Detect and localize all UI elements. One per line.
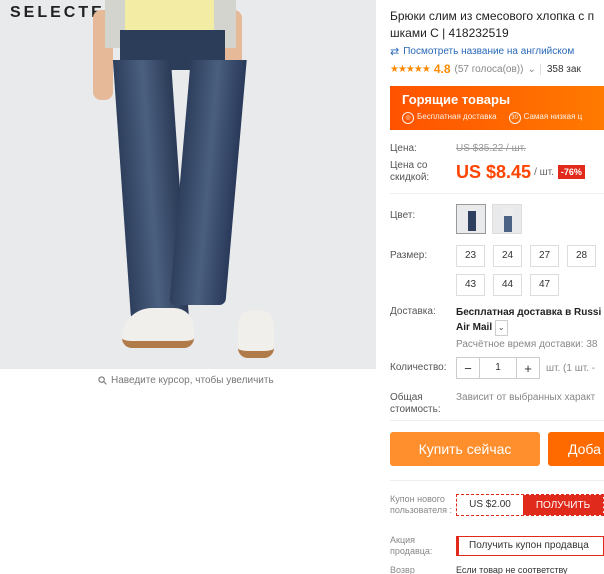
seller-coupon-button[interactable]: Получить купон продавца [456, 536, 604, 556]
size-option[interactable]: 47 [530, 274, 559, 296]
original-price-row: Цена: US $35.22 / шт. [390, 143, 604, 155]
product-main-image[interactable]: SELECTED [0, 0, 376, 369]
get-coupon-button[interactable]: ПОЛУЧИТЬ [523, 495, 603, 515]
quantity-stepper: − 1 + [456, 357, 540, 379]
delivery-estimate: Расчётное время доставки: 38 [456, 339, 598, 350]
shipping-carrier: Air Mail [456, 322, 493, 333]
hot-deals-title: Горящие товары [402, 92, 511, 107]
price-unit: / шт. [534, 166, 554, 178]
color-swatch-light-blue[interactable] [492, 204, 522, 234]
return-policy[interactable]: Если товар не соответству [456, 566, 568, 574]
sneaker-right [238, 310, 274, 358]
discount-price-label: Цена со скидкой: [390, 160, 430, 183]
chevron-down-icon[interactable]: ⌄ [494, 320, 508, 336]
lowest-price-feature: 30 Самая низкая ц [508, 112, 582, 124]
hot-deals-banner[interactable]: Горящие товары ◎ Бесплатная доставка 30 Са… [390, 86, 604, 130]
translate-title-link[interactable]: ⇄ Посмотреть название на английском [390, 45, 604, 58]
chevron-down-icon[interactable]: ⌄ [527, 64, 535, 75]
seller-promo-label: Акция продавца: [390, 535, 433, 556]
color-swatch-dark-blue[interactable] [456, 204, 486, 234]
product-info: Брюки слим из смесового хлопка с п шками… [390, 8, 604, 76]
translate-icon: ⇄ [390, 46, 400, 58]
size-row: Размер: 23 24 27 28 43 44 47 [390, 245, 604, 296]
color-row: Цвет: [390, 204, 604, 234]
product-title-line-1: Брюки слим из смесового хлопка с п [390, 9, 595, 23]
votes-count-link[interactable]: (57 голоса(ов)) [455, 64, 524, 75]
coupon-value: US $2.00 [469, 499, 511, 510]
color-options [456, 204, 528, 234]
quantity-note: шт. (1 шт. - [546, 362, 596, 374]
size-option[interactable]: 24 [493, 245, 522, 267]
lowest-price-icon: 30 [508, 112, 521, 124]
add-to-cart-button[interactable]: Доба [548, 432, 604, 466]
new-user-coupon-row: Купон нового пользователя : US $2.00 ПОЛ… [390, 494, 604, 516]
buy-now-button[interactable]: Купить сейчас [390, 432, 540, 466]
discount-price-row: Цена со скидкой: US $8.45 / шт. -76% [390, 160, 604, 184]
discount-badge: -76% [557, 165, 585, 179]
zoom-hint: Наведите курсор, чтобы увеличить [98, 375, 274, 386]
size-option[interactable]: 27 [530, 245, 559, 267]
return-row: Возвр Если товар не соответству [390, 566, 604, 574]
color-label: Цвет: [390, 210, 416, 221]
translate-title-text: Посмотреть название на английском [403, 46, 575, 57]
shipping-details: Бесплатная доставка в Russi Air Mail ⌄ Р… [456, 306, 601, 352]
original-price: US $35.22 / шт. [456, 143, 526, 154]
size-option[interactable]: 44 [493, 274, 522, 296]
size-option[interactable]: 43 [456, 274, 485, 296]
divider [390, 480, 604, 481]
quantity-increase-button[interactable]: + [517, 361, 539, 376]
divider [390, 420, 604, 421]
quantity-input[interactable]: 1 [479, 358, 517, 378]
quantity-row: Количество: − 1 + шт. (1 шт. - [390, 357, 604, 379]
free-shipping-icon: ◎ [402, 112, 414, 124]
zoom-hint-text: Наведите курсор, чтобы увеличить [111, 375, 274, 386]
product-title-line-2: шками С | 418232519 [390, 26, 509, 40]
size-option[interactable]: 23 [456, 245, 485, 267]
shipping-label: Доставка: [390, 306, 436, 317]
quantity-label: Количество: [390, 362, 447, 373]
rating-row: ★★★★★ 4.8 (57 голоса(ов)) ⌄ 358 зак [390, 62, 604, 76]
rating-value: 4.8 [433, 62, 451, 76]
magnifier-icon [98, 376, 107, 385]
hot-deals-features: ◎ Бесплатная доставка 30 Самая низкая ц [402, 112, 592, 124]
total-row: Общая стоимость: Зависит от выбранных ха… [390, 392, 604, 416]
jeans-leg-right [169, 60, 247, 305]
discount-price: US $8.45 [456, 161, 532, 182]
shipping-method: Бесплатная доставка в Russi [456, 307, 602, 318]
shipping-row: Доставка: Бесплатная доставка в Russi Ai… [390, 306, 604, 352]
price-label: Цена: [390, 143, 417, 154]
size-options: 23 24 27 28 43 44 47 [456, 245, 604, 296]
star-rating-icon: ★★★★★ [390, 63, 431, 75]
new-user-coupon: US $2.00 ПОЛУЧИТЬ [456, 494, 604, 516]
sneaker-left [122, 308, 194, 348]
orders-count: 358 зак [539, 63, 581, 75]
free-shipping-feature: ◎ Бесплатная доставка [402, 112, 497, 124]
size-option[interactable]: 28 [567, 245, 596, 267]
size-label: Размер: [390, 250, 428, 261]
divider [390, 193, 604, 194]
shipping-carrier-row[interactable]: Air Mail ⌄ [456, 320, 601, 336]
seller-promo-row: Акция продавца: Получить купон продавца [390, 535, 604, 557]
new-user-coupon-label: Купон нового пользователя : [390, 494, 452, 515]
product-title: Брюки слим из смесового хлопка с п шками… [390, 8, 604, 42]
total-label: Общая стоимость: [390, 392, 441, 415]
total-value: Зависит от выбранных характ [456, 392, 596, 403]
return-label: Возвр [390, 566, 415, 574]
quantity-decrease-button[interactable]: − [457, 361, 479, 376]
